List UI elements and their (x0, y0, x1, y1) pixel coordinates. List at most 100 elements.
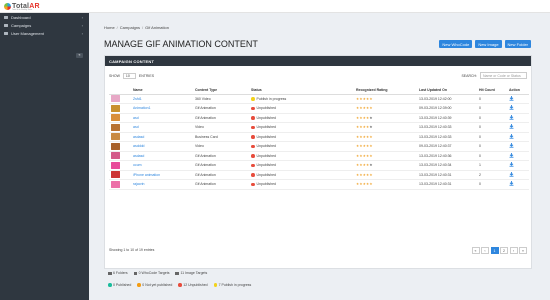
table-row: Animation1 Gif Animation Unpublished ★★★★★ 0… (109, 103, 529, 114)
status-legend-label: 0 Not yet published (142, 283, 173, 287)
page-button[interactable]: ‹ (481, 247, 489, 254)
page-button[interactable]: « (471, 247, 480, 254)
action-cell (507, 132, 529, 142)
action-cell (507, 94, 529, 104)
hit-count: 0 (477, 94, 507, 104)
thumbnail-image[interactable] (111, 161, 120, 169)
content-name-link[interactable]: ocum (133, 163, 142, 167)
chevron-right-icon: › (81, 23, 83, 28)
download-icon[interactable] (509, 105, 514, 110)
entries-select[interactable]: 10 (122, 73, 136, 79)
column-header (109, 87, 131, 95)
breadcrumb-campaigns[interactable]: Campaigns (120, 25, 140, 30)
showing-entries-text: Showing 1 to 10 of 19 entries (109, 248, 155, 252)
rating-stars: ★★★★★ (354, 179, 417, 190)
sidebar-item-campaigns[interactable]: Campaigns › (0, 21, 89, 29)
star-icon: ★ (369, 134, 373, 139)
content-name-link[interactable]: Zsfd1 (133, 97, 142, 101)
top-bar: TotalAR Total Hub Reality Suite (0, 0, 550, 13)
content-name-link[interactable]: iPhone animation (133, 173, 160, 177)
sidebar-item-dashboard[interactable]: Dashboard › (0, 13, 89, 21)
content-name-link[interactable]: asdasd (133, 135, 144, 139)
status-cell: Unpublished (249, 179, 354, 190)
status-dot-icon (251, 154, 255, 158)
download-icon[interactable] (509, 114, 514, 120)
thumbnail-image[interactable] (111, 95, 120, 103)
content-type: Gif Animation (193, 113, 249, 123)
sidebar-collapse-button[interactable]: « (76, 53, 83, 58)
hit-count: 0 (477, 179, 507, 190)
column-header[interactable]: Status (249, 87, 354, 95)
hit-count: 0 (477, 103, 507, 114)
status-legend-item: 0 Published (108, 283, 131, 287)
content-name-link[interactable]: asdddd (133, 144, 144, 148)
download-icon[interactable] (509, 171, 514, 177)
table-row: iPhone animation Gif Animation Unpublished… (109, 170, 529, 180)
column-header[interactable]: Action (507, 87, 529, 95)
new-folder-button[interactable]: New Folder (504, 40, 531, 48)
thumbnail-cell (109, 122, 131, 133)
status-text: Publish in progress (256, 96, 287, 101)
last-updated: 13-03-2019 12:40:33 (417, 132, 477, 142)
breadcrumb-home[interactable]: Home (104, 25, 115, 30)
rating-stars: ★★★★★ (354, 141, 417, 152)
count-legend-item: 11 Image Targets (175, 271, 207, 275)
star-icon: ★ (369, 144, 373, 149)
show-entries: SHOW 10 ENTRIES (109, 73, 154, 79)
page-button[interactable]: 2 (500, 247, 508, 254)
column-header[interactable]: Last Updated On (417, 87, 477, 95)
content-name-link[interactable]: asdasd (133, 154, 144, 158)
thumbnail-image[interactable] (111, 142, 120, 150)
thumbnail-cell (109, 103, 131, 114)
download-icon[interactable] (509, 152, 514, 158)
download-icon[interactable] (509, 181, 514, 186)
new-whocode-button[interactable]: New WhoCode (439, 40, 473, 48)
status-cell: Unpublished (249, 103, 354, 114)
thumbnail-image[interactable] (111, 114, 120, 122)
count-legend-label: 0 WhoCode Targets (138, 271, 170, 275)
status-cell: Unpublished (249, 170, 354, 180)
thumbnail-cell (109, 113, 131, 123)
content-name-link[interactable]: asd (133, 116, 139, 120)
entries-label: ENTRIES (138, 74, 155, 78)
thumbnail-image[interactable] (111, 152, 120, 160)
page-button[interactable]: › (509, 247, 518, 254)
content-type: Gif Animation (193, 151, 249, 161)
content-name-link[interactable]: Animation1 (133, 106, 151, 110)
column-header[interactable]: Content Type (193, 87, 249, 95)
page-button[interactable]: 1 (490, 247, 499, 254)
thumbnail-image[interactable] (111, 104, 120, 112)
logo-mark-icon (4, 3, 11, 10)
download-icon[interactable] (509, 95, 514, 101)
download-icon[interactable] (509, 143, 514, 148)
thumbnail-image[interactable] (111, 180, 120, 188)
content-type: Gif Animation (193, 103, 249, 114)
content-name-link[interactable]: rajacrin (133, 182, 144, 186)
thumbnail-image[interactable] (111, 171, 120, 179)
thumbnail-image[interactable] (111, 123, 120, 131)
thumbnail-image[interactable] (111, 133, 120, 141)
campaign-content-panel: CAMPAIGN CONTENT SHOW 10 ENTRIES SEARCH:… (104, 55, 532, 269)
page-button[interactable]: » (519, 247, 527, 254)
rating-stars: ★★★★★ (354, 170, 417, 180)
star-icon: ★ (369, 125, 373, 130)
column-header[interactable]: Recognized Rating (354, 87, 417, 95)
table-header-row: Name Content Type Status Recognized Rating L… (109, 87, 529, 95)
status-dot-icon (251, 125, 255, 130)
sidebar-item-user-management[interactable]: User Management › (0, 29, 89, 37)
download-icon[interactable] (509, 133, 514, 139)
download-icon[interactable] (509, 124, 514, 129)
show-label: SHOW (109, 74, 120, 78)
column-header[interactable]: Hit Count (477, 87, 507, 95)
hit-count: 0 (477, 113, 507, 123)
download-icon[interactable] (509, 162, 514, 167)
status-text: Unpublished (256, 163, 276, 168)
breadcrumb-separator: / (142, 25, 144, 30)
new-image-button[interactable]: New Image (475, 40, 502, 48)
hit-count: 0 (477, 132, 507, 142)
content-name-link[interactable]: asd (133, 125, 139, 129)
status-text: Unpublished (256, 144, 276, 149)
content-table: Name Content Type Status Recognized Rating L… (109, 87, 529, 190)
search-input[interactable]: Name or Code or Status (480, 72, 527, 79)
column-header[interactable]: Name (131, 87, 193, 95)
